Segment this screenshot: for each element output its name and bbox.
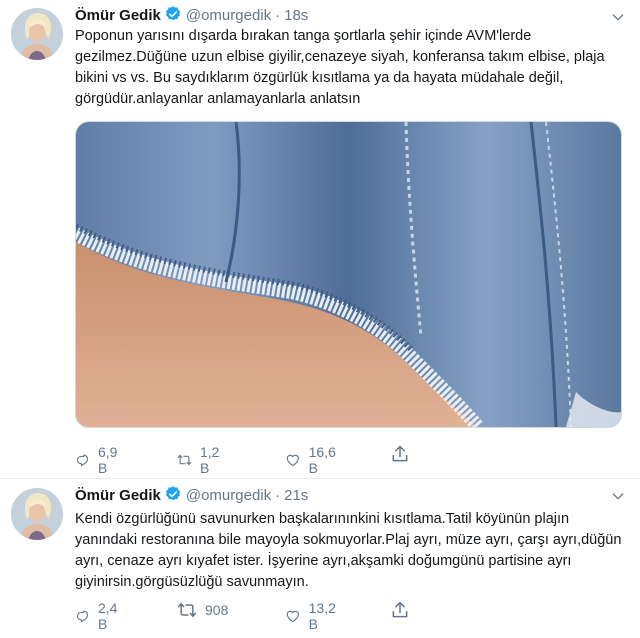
separator-dot: ·: [275, 7, 281, 24]
share-icon: [390, 600, 410, 620]
share-button[interactable]: [390, 444, 410, 464]
retweet-icon: [177, 600, 197, 620]
retweet-count: 908: [205, 602, 229, 618]
handle[interactable]: @omurgedik: [186, 487, 271, 504]
like-icon: [285, 450, 301, 470]
verified-badge-icon: [164, 5, 182, 27]
avatar[interactable]: [11, 8, 63, 60]
tweet-text: Kendi özgürlüğünü savunurken başkalarını…: [75, 511, 622, 590]
timestamp[interactable]: 21s: [284, 487, 308, 504]
tweet-header: Ömür Gedik @omurgedik · 18s: [75, 5, 308, 27]
separator-dot: ·: [275, 487, 281, 504]
reply-button[interactable]: 2,4 B: [75, 600, 122, 632]
retweet-count: 1,2 B: [199, 444, 220, 476]
handle[interactable]: @omurgedik: [186, 7, 271, 24]
like-button[interactable]: 16,6 B: [285, 444, 340, 476]
retweet-button[interactable]: 1,2 B: [177, 444, 224, 476]
share-icon: [390, 444, 410, 464]
share-button[interactable]: [390, 600, 410, 620]
tweet[interactable]: Ömür Gedik @omurgedik · 21s Kendi özgürlüğü…: [0, 479, 640, 638]
tweet-image[interactable]: [75, 121, 622, 428]
reply-count: 2,4 B: [97, 600, 118, 632]
display-name[interactable]: Ömür Gedik: [75, 487, 161, 504]
timestamp[interactable]: 18s: [284, 7, 308, 24]
like-icon: [285, 606, 301, 626]
reply-icon: [75, 450, 90, 470]
display-name[interactable]: Ömür Gedik: [75, 7, 161, 24]
like-count: 13,2 B: [308, 600, 336, 632]
tweet-header: Ömür Gedik @omurgedik · 21s: [75, 485, 308, 507]
tweet-text: Poponun yarısını dışarda bırakan tanga ş…: [75, 28, 605, 107]
reply-button[interactable]: 6,9 B: [75, 444, 122, 476]
retweet-button[interactable]: 908: [177, 600, 228, 620]
like-button[interactable]: 13,2 B: [285, 600, 340, 632]
tweet[interactable]: Ömür Gedik @omurgedik · 18s Poponun yarısın…: [0, 0, 640, 479]
retweet-icon: [177, 450, 192, 470]
chevron-down-icon[interactable]: [610, 488, 626, 509]
like-count: 16,6 B: [308, 444, 336, 476]
reply-count: 6,9 B: [97, 444, 118, 476]
reply-icon: [75, 606, 90, 626]
verified-badge-icon: [164, 485, 182, 507]
avatar[interactable]: [11, 488, 63, 540]
